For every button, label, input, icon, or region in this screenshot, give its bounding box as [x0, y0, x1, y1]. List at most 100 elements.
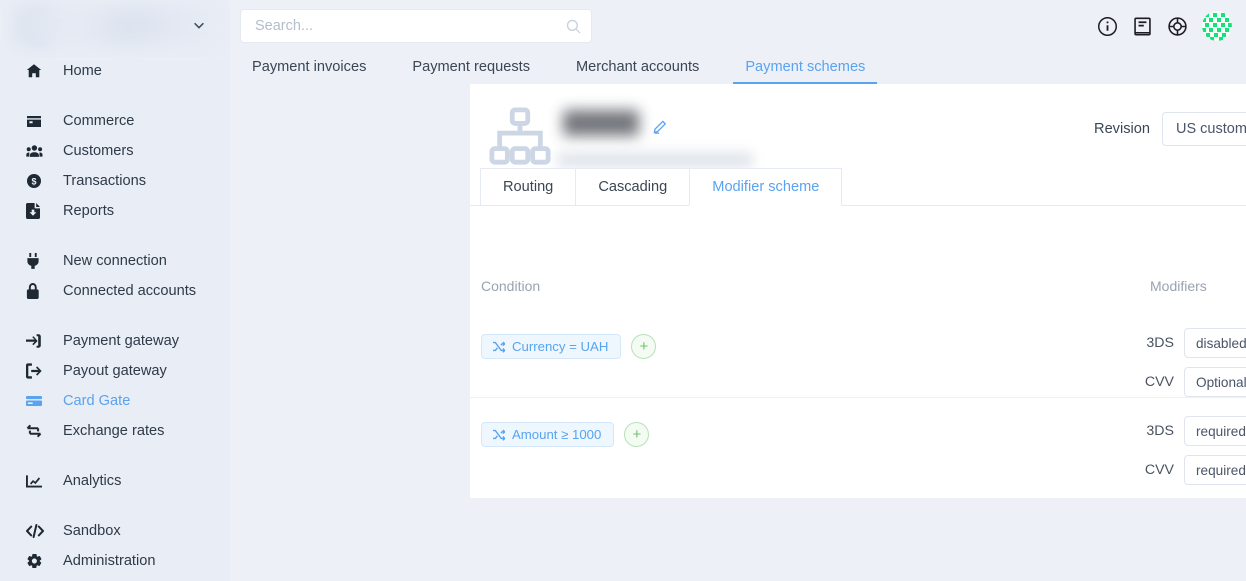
- modifier-line: CVV Optional: [1140, 367, 1246, 397]
- sidebar-item-customers[interactable]: Customers: [0, 136, 230, 166]
- modifier-label: 3DS: [1146, 423, 1174, 439]
- modifier-value: disabled: [1196, 335, 1246, 351]
- revision-value: US customers: [1176, 121, 1246, 137]
- revision-select[interactable]: US customers: [1162, 112, 1246, 146]
- scheme-subtabs: Routing Cascading Modifier scheme: [470, 168, 1246, 206]
- column-header-modifiers: Modifiers: [1150, 278, 1207, 294]
- pencil-icon[interactable]: [653, 120, 667, 134]
- sidebar-item-commerce[interactable]: Commerce: [0, 106, 230, 136]
- revision-controls: Revision US customers Save: [1094, 98, 1246, 146]
- rule-condition-cell: Amount ≥ 1000 +: [470, 398, 1140, 447]
- sidebar-item-exchange-rates[interactable]: Exchange rates: [0, 416, 230, 446]
- sitemap-icon: [489, 107, 551, 165]
- tab-modifier-scheme[interactable]: Modifier scheme: [689, 168, 843, 206]
- sidebar-item-label: Commerce: [63, 113, 135, 129]
- scheme-titles: [555, 110, 885, 168]
- chevron-down-icon[interactable]: [192, 18, 206, 32]
- table-row: Currency = UAH + 3DS disabled CVV Option…: [470, 310, 1246, 397]
- code-icon: [26, 523, 48, 539]
- tab-label: Payment requests: [412, 59, 530, 75]
- tab-label: Payment invoices: [252, 59, 367, 75]
- brand-name-redacted: [14, 6, 220, 46]
- condition-text: Amount ≥ 1000: [512, 427, 602, 442]
- sidebar-item-label: Card Gate: [63, 393, 131, 409]
- credit-card-icon: [26, 393, 48, 409]
- tab-payment-requests[interactable]: Payment requests: [400, 59, 542, 84]
- sidebar-item-label: Sandbox: [63, 523, 121, 539]
- sidebar-item-home[interactable]: Home: [0, 56, 230, 86]
- sidebar-item-payout-gateway[interactable]: Payout gateway: [0, 356, 230, 386]
- tab-routing[interactable]: Routing: [480, 168, 577, 206]
- search-input[interactable]: [255, 18, 566, 34]
- sidebar-item-reports[interactable]: Reports: [0, 196, 230, 226]
- sidebar-item-new-connection[interactable]: New connection: [0, 246, 230, 276]
- sidebar-item-label: New connection: [63, 253, 167, 269]
- tab-payment-invoices[interactable]: Payment invoices: [240, 59, 378, 84]
- rule-modifiers-cell: 3DS disabled CVV Optional: [1140, 310, 1246, 397]
- tab-cascading[interactable]: Cascading: [575, 168, 691, 206]
- svg-text:$: $: [31, 177, 36, 187]
- condition-chip[interactable]: Currency = UAH: [481, 334, 622, 359]
- modifier-value: required: [1196, 423, 1246, 439]
- sign-out-icon: [26, 363, 48, 379]
- tab-label: Merchant accounts: [576, 59, 700, 75]
- rules-list: Currency = UAH + 3DS disabled CVV Option…: [470, 310, 1246, 485]
- lifebuoy-icon[interactable]: [1167, 16, 1188, 37]
- search-icon[interactable]: [566, 19, 581, 34]
- search-box[interactable]: [240, 9, 592, 43]
- modifier-select-cvv[interactable]: required: [1184, 455, 1246, 485]
- condition-chip[interactable]: Amount ≥ 1000: [481, 422, 615, 447]
- modifier-label: CVV: [1144, 462, 1174, 478]
- sidebar-item-label: Transactions: [63, 173, 147, 189]
- sidebar-item-label: Customers: [63, 143, 134, 159]
- sidebar-item-sandbox[interactable]: Sandbox: [0, 516, 230, 546]
- sidebar-item-card-gate[interactable]: Card Gate: [0, 386, 230, 416]
- sidebar-item-label: Reports: [63, 203, 115, 219]
- sidebar-item-label: Payout gateway: [63, 363, 167, 379]
- sidebar-item-transactions[interactable]: $ Transactions: [0, 166, 230, 196]
- modifier-select-3ds[interactable]: required: [1184, 416, 1246, 446]
- modifier-line: 3DS disabled: [1140, 328, 1246, 358]
- add-condition-button[interactable]: +: [624, 422, 650, 447]
- sidebar-item-label: Exchange rates: [63, 423, 165, 439]
- exchange-icon: [26, 423, 48, 439]
- book-icon[interactable]: [1132, 16, 1153, 37]
- page-tabs: Payment invoices Payment requests Mercha…: [230, 52, 1246, 84]
- modifier-select-cvv[interactable]: Optional: [1184, 367, 1246, 397]
- modifier-line: 3DS required: [1140, 416, 1246, 446]
- modifier-select-3ds[interactable]: disabled: [1184, 328, 1246, 358]
- add-condition-button[interactable]: +: [631, 334, 657, 359]
- scheme-title-redacted: [563, 110, 639, 136]
- sidebar-item-analytics[interactable]: Analytics: [0, 466, 230, 496]
- sidebar-item-label: Payment gateway: [63, 333, 180, 349]
- sign-in-icon: [26, 333, 48, 349]
- sidebar-nav: Home Commerce Customers $ Transactions R…: [0, 52, 230, 576]
- table-header: Condition Modifiers: [470, 258, 1246, 294]
- subtab-label: Routing: [503, 179, 554, 195]
- sidebar-item-label: Connected accounts: [63, 283, 197, 299]
- tab-merchant-accounts[interactable]: Merchant accounts: [564, 59, 711, 84]
- sidebar-item-label: Administration: [63, 553, 156, 569]
- store-icon: [26, 113, 48, 129]
- sidebar-item-connected-accounts[interactable]: Connected accounts: [0, 276, 230, 306]
- scheme-card: Revision US customers Save Routing Casca…: [470, 84, 1246, 498]
- dollar-circle-icon: $: [26, 173, 48, 189]
- rule-modifiers-cell: 3DS required CVV required: [1140, 398, 1246, 485]
- table-row: Amount ≥ 1000 + 3DS required CVV require…: [470, 397, 1246, 485]
- sidebar-item-label: Home: [63, 63, 102, 79]
- sidebar-item-administration[interactable]: Administration: [0, 546, 230, 576]
- gear-icon: [26, 553, 48, 569]
- subtab-label: Cascading: [598, 179, 668, 195]
- tab-payment-schemes[interactable]: Payment schemes: [733, 59, 878, 84]
- brand-switcher[interactable]: [0, 0, 230, 52]
- sidebar-item-payment-gateway[interactable]: Payment gateway: [0, 326, 230, 356]
- info-circle-icon[interactable]: [1097, 16, 1118, 37]
- subtab-label: Modifier scheme: [712, 179, 820, 195]
- chart-line-icon: [26, 473, 48, 489]
- tab-label: Payment schemes: [745, 59, 866, 75]
- avatar[interactable]: [1202, 11, 1232, 41]
- scheme-subtitle-redacted: [557, 152, 753, 168]
- sidebar-item-label: Analytics: [63, 473, 122, 489]
- modifier-value: Optional: [1196, 374, 1246, 390]
